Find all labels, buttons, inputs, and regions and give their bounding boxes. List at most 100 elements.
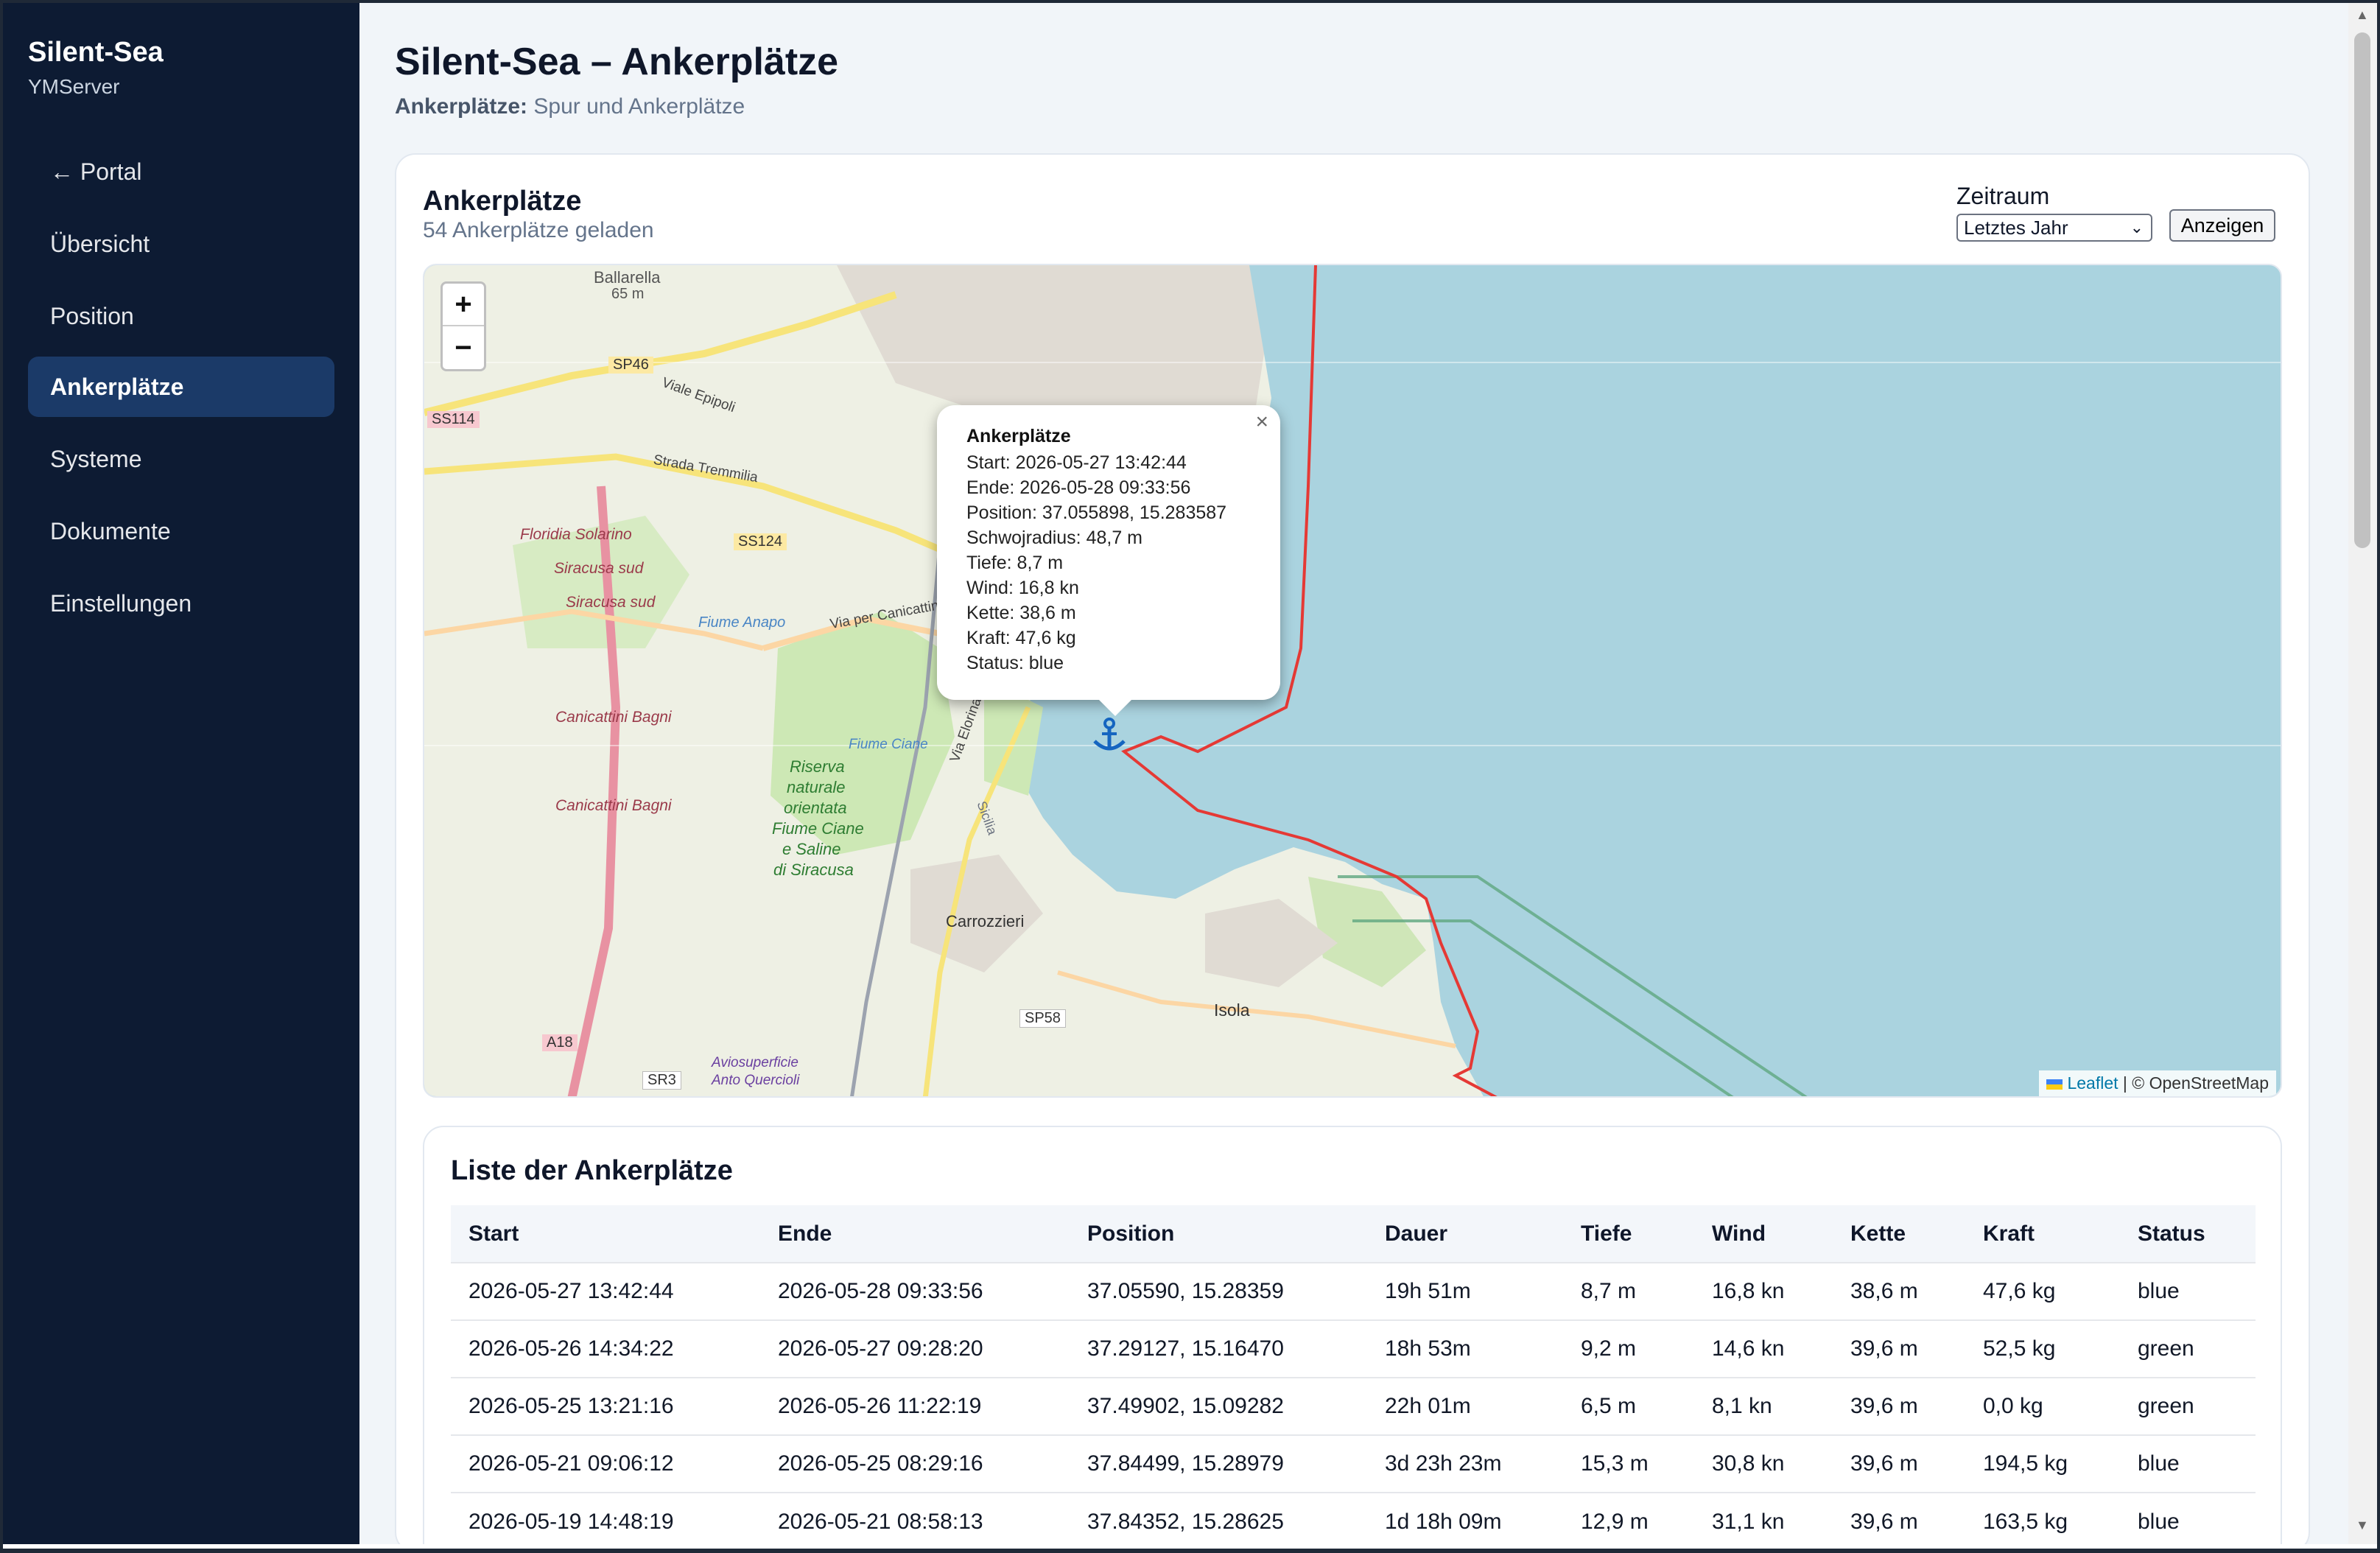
- show-button[interactable]: Anzeigen: [2169, 209, 2275, 242]
- popup-depth: Tiefe: 8,7 m: [966, 553, 1064, 573]
- anchorage-table: Start Ende Position Dauer Tiefe Wind Ket…: [451, 1205, 2256, 1544]
- period-select[interactable]: Letztes Jahr ⌄: [1956, 214, 2152, 242]
- map-label: SP46: [608, 357, 653, 374]
- table-row[interactable]: 2026-05-27 13:42:44 2026-05-28 09:33:56 37…: [451, 1262, 2256, 1320]
- cell-chain: 38,6 m: [1833, 1262, 1965, 1320]
- column-header[interactable]: Dauer: [1367, 1205, 1563, 1263]
- zoom-in-button[interactable]: +: [443, 284, 484, 326]
- ukraine-flag-icon: [2046, 1079, 2063, 1090]
- sidebar-item-portal[interactable]: ← Portal: [28, 141, 334, 202]
- map-label: Carrozzieri: [946, 912, 1025, 930]
- column-header[interactable]: Position: [1070, 1205, 1367, 1263]
- cell-force: 0,0 kg: [1965, 1377, 2120, 1435]
- map-label: Anto Quercioli: [712, 1073, 800, 1088]
- cell-status: blue: [2120, 1434, 2256, 1493]
- map-label: SS114: [427, 411, 480, 428]
- map-label: Aviosuperficie: [712, 1055, 798, 1070]
- sidebar-item-uebersicht[interactable]: Übersicht: [28, 214, 334, 274]
- sidebar-item-systeme[interactable]: Systeme: [28, 429, 334, 489]
- table-row[interactable]: 2026-05-26 14:34:22 2026-05-27 09:28:20 37…: [451, 1319, 2256, 1378]
- cell-start: 2026-05-26 14:34:22: [451, 1319, 760, 1378]
- main-content: Silent-Sea – Ankerplätze Ankerplätze: Sp…: [359, 3, 2348, 1544]
- map-label: Floridia Solarino: [520, 526, 632, 543]
- map-label: orientata: [784, 799, 847, 817]
- table-row[interactable]: 2026-05-19 14:48:19 2026-05-21 08:58:13 37…: [451, 1492, 2256, 1544]
- map-label: 65 m: [611, 286, 645, 302]
- cell-start: 2026-05-19 14:48:19: [451, 1492, 760, 1544]
- cell-status: blue: [2120, 1492, 2256, 1544]
- table-row[interactable]: 2026-05-25 13:21:16 2026-05-26 11:22:19 37…: [451, 1377, 2256, 1435]
- cell-wind: 16,8 kn: [1694, 1262, 1833, 1320]
- cell-force: 47,6 kg: [1965, 1262, 2120, 1320]
- map-label: Siracusa sud: [554, 560, 644, 577]
- cell-end: 2026-05-26 11:22:19: [760, 1377, 1070, 1435]
- map-label: Fiume Anapo: [698, 614, 786, 631]
- scrollbar-thumb[interactable]: [2354, 32, 2370, 548]
- cell-wind: 14,6 kn: [1694, 1319, 1833, 1378]
- cell-depth: 12,9 m: [1563, 1492, 1694, 1544]
- page-subtitle-text: Spur und Ankerplätze: [527, 94, 745, 119]
- cell-status: green: [2120, 1377, 2256, 1435]
- page-title: Silent-Sea – Ankerplätze: [395, 41, 839, 83]
- column-header[interactable]: Ende: [760, 1205, 1070, 1263]
- period-select-value: Letztes Jahr: [1964, 216, 2068, 239]
- cell-end: 2026-05-28 09:33:56: [760, 1262, 1070, 1320]
- popup-position: Position: 37.055898, 15.283587: [966, 502, 1227, 523]
- column-header[interactable]: Kette: [1833, 1205, 1965, 1263]
- map-label: A18: [542, 1034, 578, 1051]
- column-header[interactable]: Wind: [1694, 1205, 1833, 1263]
- map-label: Isola: [1214, 1000, 1250, 1020]
- cell-start: 2026-05-27 13:42:44: [451, 1262, 760, 1320]
- scroll-up-arrow-icon[interactable]: ▲: [2356, 7, 2369, 23]
- map-label: Canicattini Bagni: [555, 709, 672, 726]
- map-label: Fiume Ciane: [772, 819, 864, 838]
- anchorage-card: Ankerplätze 54 Ankerplätze geladen Zeitr…: [395, 153, 2310, 1544]
- close-icon[interactable]: ×: [1255, 410, 1268, 435]
- cell-duration: 22h 01m: [1367, 1377, 1563, 1435]
- column-header[interactable]: Kraft: [1965, 1205, 2120, 1263]
- cell-depth: 9,2 m: [1563, 1319, 1694, 1378]
- cell-end: 2026-05-27 09:28:20: [760, 1319, 1070, 1378]
- scroll-down-arrow-icon[interactable]: ▼: [2356, 1518, 2369, 1533]
- popup-wind: Wind: 16,8 kn: [966, 578, 1079, 598]
- sidebar-item-dokumente[interactable]: Dokumente: [28, 501, 334, 561]
- table-row[interactable]: 2026-05-21 09:06:12 2026-05-25 08:29:16 37…: [451, 1434, 2256, 1493]
- cell-position: 37.84499, 15.28979: [1070, 1434, 1367, 1493]
- sidebar-item-einstellungen[interactable]: Einstellungen: [28, 573, 334, 634]
- anchorage-list-card: Liste der Ankerplätze Start Ende Positio…: [423, 1126, 2282, 1544]
- popup-swing-radius: Schwojradius: 48,7 m: [966, 527, 1143, 548]
- cell-duration: 19h 51m: [1367, 1262, 1563, 1320]
- map[interactable]: Ballarella 65 m SP46 SS114 Viale Epipoli…: [423, 264, 2282, 1098]
- sidebar-item-ankerplaetze[interactable]: Ankerplätze: [28, 357, 334, 417]
- map-label: di Siracusa: [773, 860, 854, 879]
- map-label: SS124: [734, 533, 787, 550]
- map-label: Canicattini Bagni: [555, 797, 672, 814]
- card-title: Ankerplätze: [423, 186, 582, 217]
- cell-end: 2026-05-25 08:29:16: [760, 1434, 1070, 1493]
- cell-position: 37.05590, 15.28359: [1070, 1262, 1367, 1320]
- sidebar: Silent-Sea YMServer ← Portal Übersicht P…: [3, 3, 359, 1544]
- column-header[interactable]: Start: [451, 1205, 760, 1263]
- leaflet-link[interactable]: Leaflet: [2067, 1073, 2118, 1093]
- cell-status: blue: [2120, 1262, 2256, 1320]
- anchorage-count: 54 Ankerplätze geladen: [423, 218, 654, 242]
- zoom-out-button[interactable]: −: [443, 326, 484, 369]
- map-label: Siracusa sud: [566, 594, 656, 611]
- column-header[interactable]: Tiefe: [1563, 1205, 1694, 1263]
- cell-chain: 39,6 m: [1833, 1434, 1965, 1493]
- map-label: e Saline: [782, 840, 841, 858]
- map-label: SR3: [642, 1071, 681, 1090]
- popup-chain: Kette: 38,6 m: [966, 603, 1076, 623]
- column-header[interactable]: Status: [2120, 1205, 2256, 1263]
- cell-depth: 8,7 m: [1563, 1262, 1694, 1320]
- brand-title: Silent-Sea: [28, 37, 164, 68]
- cell-start: 2026-05-21 09:06:12: [451, 1434, 760, 1493]
- cell-status: green: [2120, 1319, 2256, 1378]
- sidebar-item-position[interactable]: Position: [28, 286, 334, 346]
- popup-end: Ende: 2026-05-28 09:33:56: [966, 477, 1191, 498]
- cell-chain: 39,6 m: [1833, 1377, 1965, 1435]
- cell-duration: 1d 18h 09m: [1367, 1492, 1563, 1544]
- map-label: SP58: [1019, 1009, 1066, 1028]
- cell-wind: 8,1 kn: [1694, 1377, 1833, 1435]
- page-subtitle: Ankerplätze: Spur und Ankerplätze: [395, 94, 745, 119]
